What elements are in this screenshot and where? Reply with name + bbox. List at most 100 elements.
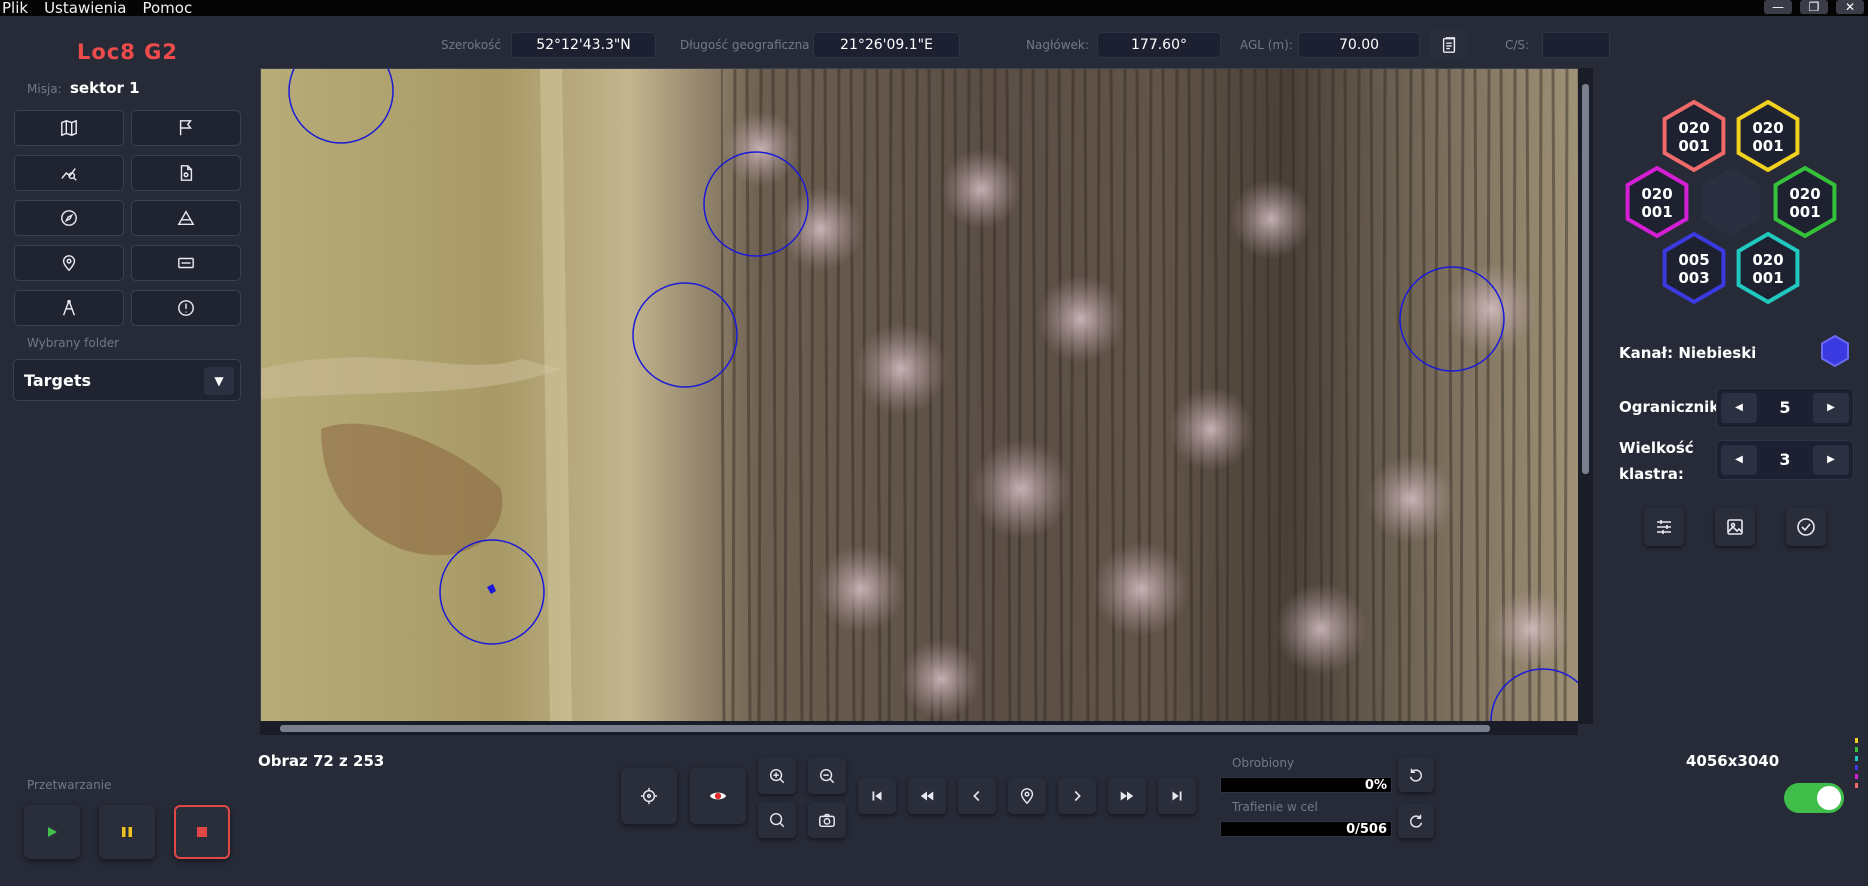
mission-label: Misja: <box>27 82 62 96</box>
folder-select[interactable]: Targets ▼ <box>13 359 241 401</box>
last-image-button[interactable] <box>1158 778 1196 814</box>
play-button[interactable] <box>24 805 80 859</box>
location-jump-button[interactable] <box>1008 778 1046 814</box>
confirm-button[interactable] <box>1786 508 1826 546</box>
channel-hex-5[interactable]: 005003 <box>1662 231 1726 305</box>
center-target-button[interactable] <box>621 768 677 824</box>
zoom-in-button[interactable] <box>758 758 796 794</box>
cluster-size-label: Wielkość klastra: <box>1619 439 1694 483</box>
toggle-knob[interactable] <box>1817 786 1841 810</box>
route-search-button[interactable] <box>14 155 124 191</box>
menu-file[interactable]: Plik <box>2 0 28 16</box>
cluster-increment-button[interactable]: ▶ <box>1813 445 1849 475</box>
zoom-out-icon <box>819 768 835 784</box>
channel-label-text: Kanał: <box>1619 344 1674 362</box>
filter-settings-button[interactable] <box>1644 508 1684 546</box>
vertical-scrollbar-thumb[interactable] <box>1582 84 1589 474</box>
fast-forward-button[interactable] <box>1108 778 1146 814</box>
rewind-button[interactable] <box>908 778 946 814</box>
drone-button[interactable] <box>14 290 124 326</box>
location-pin-icon <box>1020 788 1034 805</box>
previous-image-button[interactable] <box>958 778 996 814</box>
limiter-decrement-button[interactable]: ◀ <box>1721 393 1757 423</box>
location-button[interactable] <box>14 245 124 281</box>
image-viewport[interactable] <box>260 68 1593 724</box>
chevron-right-icon <box>1074 790 1081 802</box>
channel-hex-4[interactable]: 020001 <box>1773 165 1837 239</box>
width-button[interactable] <box>131 245 241 281</box>
channel-hex-count-bottom: 001 <box>1752 269 1783 287</box>
processed-progress-bar: 0% <box>1220 777 1392 793</box>
stop-icon <box>197 827 207 837</box>
limiter-label: Ogranicznik: <box>1619 398 1726 416</box>
search-button[interactable] <box>758 802 796 838</box>
play-icon <box>48 827 57 837</box>
agl-value: 70.00 <box>1298 32 1420 58</box>
drone-icon <box>62 299 76 316</box>
processed-label: Obrobiony <box>1232 756 1295 770</box>
notes-button[interactable] <box>1430 30 1468 60</box>
channel-hex-1[interactable]: 020001 <box>1662 99 1726 173</box>
channel-hex-count-bottom: 001 <box>1641 203 1672 221</box>
cluster-size-stepper[interactable]: ◀ 3 ▶ <box>1716 440 1854 480</box>
channel-hex-cluster: 020001020001020001020001005003020001 <box>1625 99 1837 305</box>
channel-hex-count-top: 020 <box>1752 251 1783 269</box>
cluster-decrement-button[interactable]: ◀ <box>1721 445 1757 475</box>
minimize-button[interactable]: — <box>1764 0 1792 14</box>
zoom-out-button[interactable] <box>808 758 846 794</box>
skip-first-icon <box>872 791 882 801</box>
channel-hex-3[interactable]: 020001 <box>1625 165 1689 239</box>
stop-button[interactable] <box>174 805 230 859</box>
route-search-icon <box>61 168 77 181</box>
report-file-button[interactable] <box>131 155 241 191</box>
image-icon <box>1727 519 1743 535</box>
aerial-photo[interactable] <box>261 69 1579 723</box>
pause-button[interactable] <box>99 805 155 859</box>
center-hex <box>1701 168 1761 236</box>
mission-name: sektor 1 <box>70 79 140 97</box>
channel-color-button[interactable] <box>1818 334 1852 372</box>
processed-value: 0% <box>1364 778 1387 793</box>
cs-label: C/S: <box>1505 38 1530 52</box>
view-toggle-button[interactable] <box>690 768 746 824</box>
flag-icon <box>179 120 192 136</box>
redo-icon <box>1410 814 1423 828</box>
close-button[interactable]: ✕ <box>1836 0 1864 14</box>
channel-hex-2[interactable]: 020001 <box>1736 99 1800 173</box>
channel-value: Niebieski <box>1678 344 1757 362</box>
image-counter: Obraz 72 z 253 <box>258 752 385 770</box>
channel-hex-count-bottom: 001 <box>1752 137 1783 155</box>
limiter-increment-button[interactable]: ▶ <box>1813 393 1849 423</box>
next-image-button[interactable] <box>1058 778 1096 814</box>
longitude-value: 21°26'09.1"E <box>813 32 960 58</box>
heading-label: Nagłówek: <box>1026 38 1089 52</box>
rewind-icon <box>920 791 934 801</box>
channel-hex-6[interactable]: 020001 <box>1736 231 1800 305</box>
display-toggle[interactable] <box>1784 783 1844 813</box>
folder-label: Wybrany folder <box>27 336 120 350</box>
area-button[interactable] <box>131 200 241 236</box>
flag-button[interactable] <box>131 110 241 146</box>
hits-label: Trafienie w cel <box>1232 800 1318 814</box>
first-image-button[interactable] <box>858 778 896 814</box>
limiter-stepper[interactable]: ◀ 5 ▶ <box>1716 388 1854 428</box>
alert-button[interactable] <box>131 290 241 326</box>
horizontal-scrollbar-thumb[interactable] <box>280 725 1490 732</box>
alert-icon <box>178 300 194 316</box>
reset-button[interactable] <box>1398 758 1434 792</box>
menu-help[interactable]: Pomoc <box>142 0 192 16</box>
eye-icon <box>709 792 727 800</box>
chevron-down-icon[interactable]: ▼ <box>204 367 234 395</box>
document-icon <box>1442 37 1456 53</box>
refresh-button[interactable] <box>1398 804 1434 838</box>
image-gallery-button[interactable] <box>1715 508 1755 546</box>
status-dot <box>1855 765 1858 770</box>
maximize-button[interactable]: ❐ <box>1800 0 1828 14</box>
screenshot-button[interactable] <box>808 802 846 838</box>
channel-hex-count-top: 020 <box>1752 119 1783 137</box>
undo-icon <box>1409 768 1422 782</box>
menu-settings[interactable]: Ustawienia <box>44 0 126 16</box>
hits-value: 0/506 <box>1346 822 1387 837</box>
map-button[interactable] <box>14 110 124 146</box>
compass-button[interactable] <box>14 200 124 236</box>
